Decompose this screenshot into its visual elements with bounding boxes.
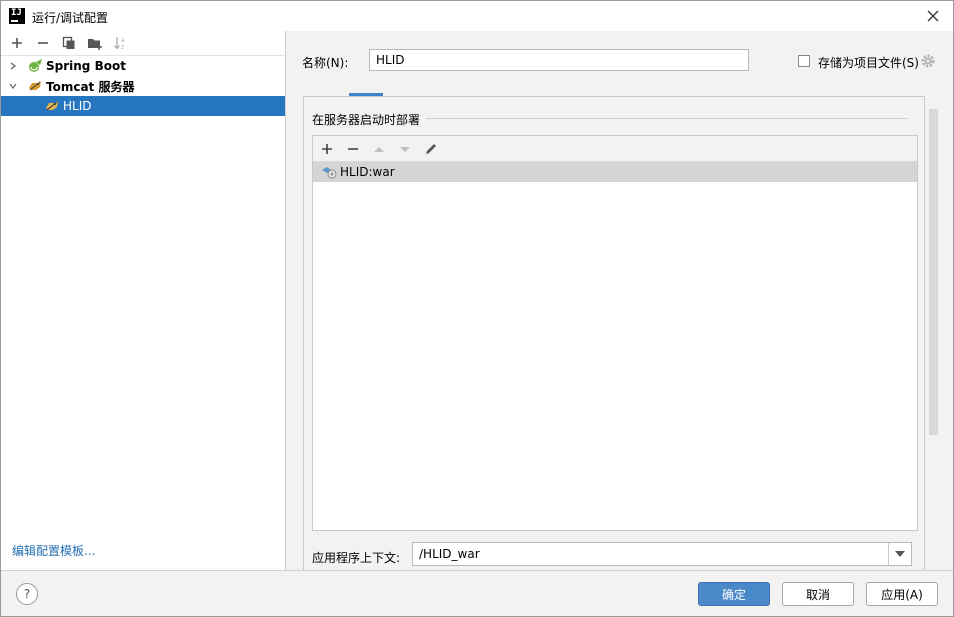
help-button[interactable]: ? xyxy=(16,583,38,605)
list-item[interactable]: HLID:war xyxy=(313,162,917,182)
store-as-project-file-label: 存储为项目文件(S) xyxy=(818,56,919,70)
deploy-list: HLID:war xyxy=(312,135,918,531)
new-folder-button[interactable] xyxy=(85,33,105,53)
application-context-label: 应用程序上下文: xyxy=(312,551,401,565)
sort-button[interactable]: a z xyxy=(111,33,131,53)
tree-item-label: HLID xyxy=(63,99,92,113)
gear-icon[interactable] xyxy=(920,53,936,69)
name-label: 名称(N): xyxy=(302,56,349,70)
edit-templates-link[interactable]: 编辑配置模板... xyxy=(12,542,95,559)
add-icon xyxy=(12,38,22,48)
move-up-icon xyxy=(374,146,384,152)
section-divider xyxy=(426,118,908,119)
application-context-combo[interactable]: /HLID_war xyxy=(412,542,912,566)
title-bar: IJ 运行/调试配置 xyxy=(1,1,953,31)
tree-item-spring-boot[interactable]: Spring Boot xyxy=(1,56,285,76)
chevron-down-icon[interactable] xyxy=(888,543,911,565)
cancel-button[interactable]: 取消 xyxy=(782,582,854,606)
chevron-right-icon[interactable] xyxy=(7,56,19,76)
add-config-button[interactable] xyxy=(7,33,27,53)
close-button[interactable] xyxy=(923,6,943,26)
config-editor-panel: 名称(N): HLID 存储为项目文件(S) 在服务器启动时部署 HLID:wa… xyxy=(286,31,953,571)
remove-icon xyxy=(38,42,48,44)
tomcat-icon xyxy=(44,98,60,114)
remove-artifact-button[interactable] xyxy=(343,139,363,159)
edit-artifact-button[interactable] xyxy=(421,139,441,159)
window-title: 运行/调试配置 xyxy=(32,11,109,25)
config-tree: Spring Boot Tomcat 服务器 HLID xyxy=(1,56,285,116)
spring-boot-icon xyxy=(27,58,43,74)
tree-item-hlid[interactable]: HLID xyxy=(1,96,285,116)
move-down-button[interactable] xyxy=(395,139,415,159)
svg-text:a: a xyxy=(121,37,125,44)
deployment-tab-content: 在服务器启动时部署 HLID:war 应用程序上下文: /HLID_war xyxy=(303,96,925,571)
tree-item-tomcat[interactable]: Tomcat 服务器 xyxy=(1,76,285,96)
chevron-down-icon[interactable] xyxy=(7,76,19,96)
move-down-icon xyxy=(400,146,410,152)
add-artifact-button[interactable] xyxy=(317,139,337,159)
application-context-value: /HLID_war xyxy=(419,547,480,561)
store-as-project-file-checkbox[interactable] xyxy=(798,55,810,67)
add-icon xyxy=(322,143,332,154)
sort-icon: a z xyxy=(114,37,125,50)
tree-toolbar: a z xyxy=(1,31,285,56)
remove-config-button[interactable] xyxy=(33,33,53,53)
tree-item-label: Tomcat 服务器 xyxy=(46,79,135,94)
app-icon-text: IJ xyxy=(11,8,22,18)
artifact-icon xyxy=(321,164,337,180)
apply-button[interactable]: 应用(A) xyxy=(866,582,938,606)
ok-button[interactable]: 确定 xyxy=(698,582,770,606)
copy-config-button[interactable] xyxy=(59,33,79,53)
name-field[interactable]: HLID xyxy=(369,49,749,71)
dialog-footer: ? 确定 取消 应用(A) xyxy=(1,570,953,616)
new-folder-icon xyxy=(88,39,102,50)
svg-text:z: z xyxy=(121,44,124,50)
deploy-toolbar xyxy=(313,136,917,162)
help-icon: ? xyxy=(23,587,31,601)
section-title: 在服务器启动时部署 xyxy=(312,113,421,127)
artifact-label: HLID:war xyxy=(340,165,395,179)
tomcat-icon xyxy=(27,78,43,94)
edit-icon xyxy=(426,143,436,154)
move-up-button[interactable] xyxy=(369,139,389,159)
run-debug-config-dialog: IJ 运行/调试配置 a z Spring Boot Tomcat 服务器 HL… xyxy=(0,0,954,617)
tree-item-label: Spring Boot xyxy=(46,59,126,73)
scrollbar[interactable] xyxy=(929,109,938,435)
config-tree-panel: a z Spring Boot Tomcat 服务器 HLID 编辑配置模板..… xyxy=(1,31,286,570)
remove-icon xyxy=(348,147,358,150)
close-icon xyxy=(927,10,939,22)
intellij-app-icon: IJ xyxy=(9,8,25,24)
copy-icon xyxy=(62,36,75,49)
